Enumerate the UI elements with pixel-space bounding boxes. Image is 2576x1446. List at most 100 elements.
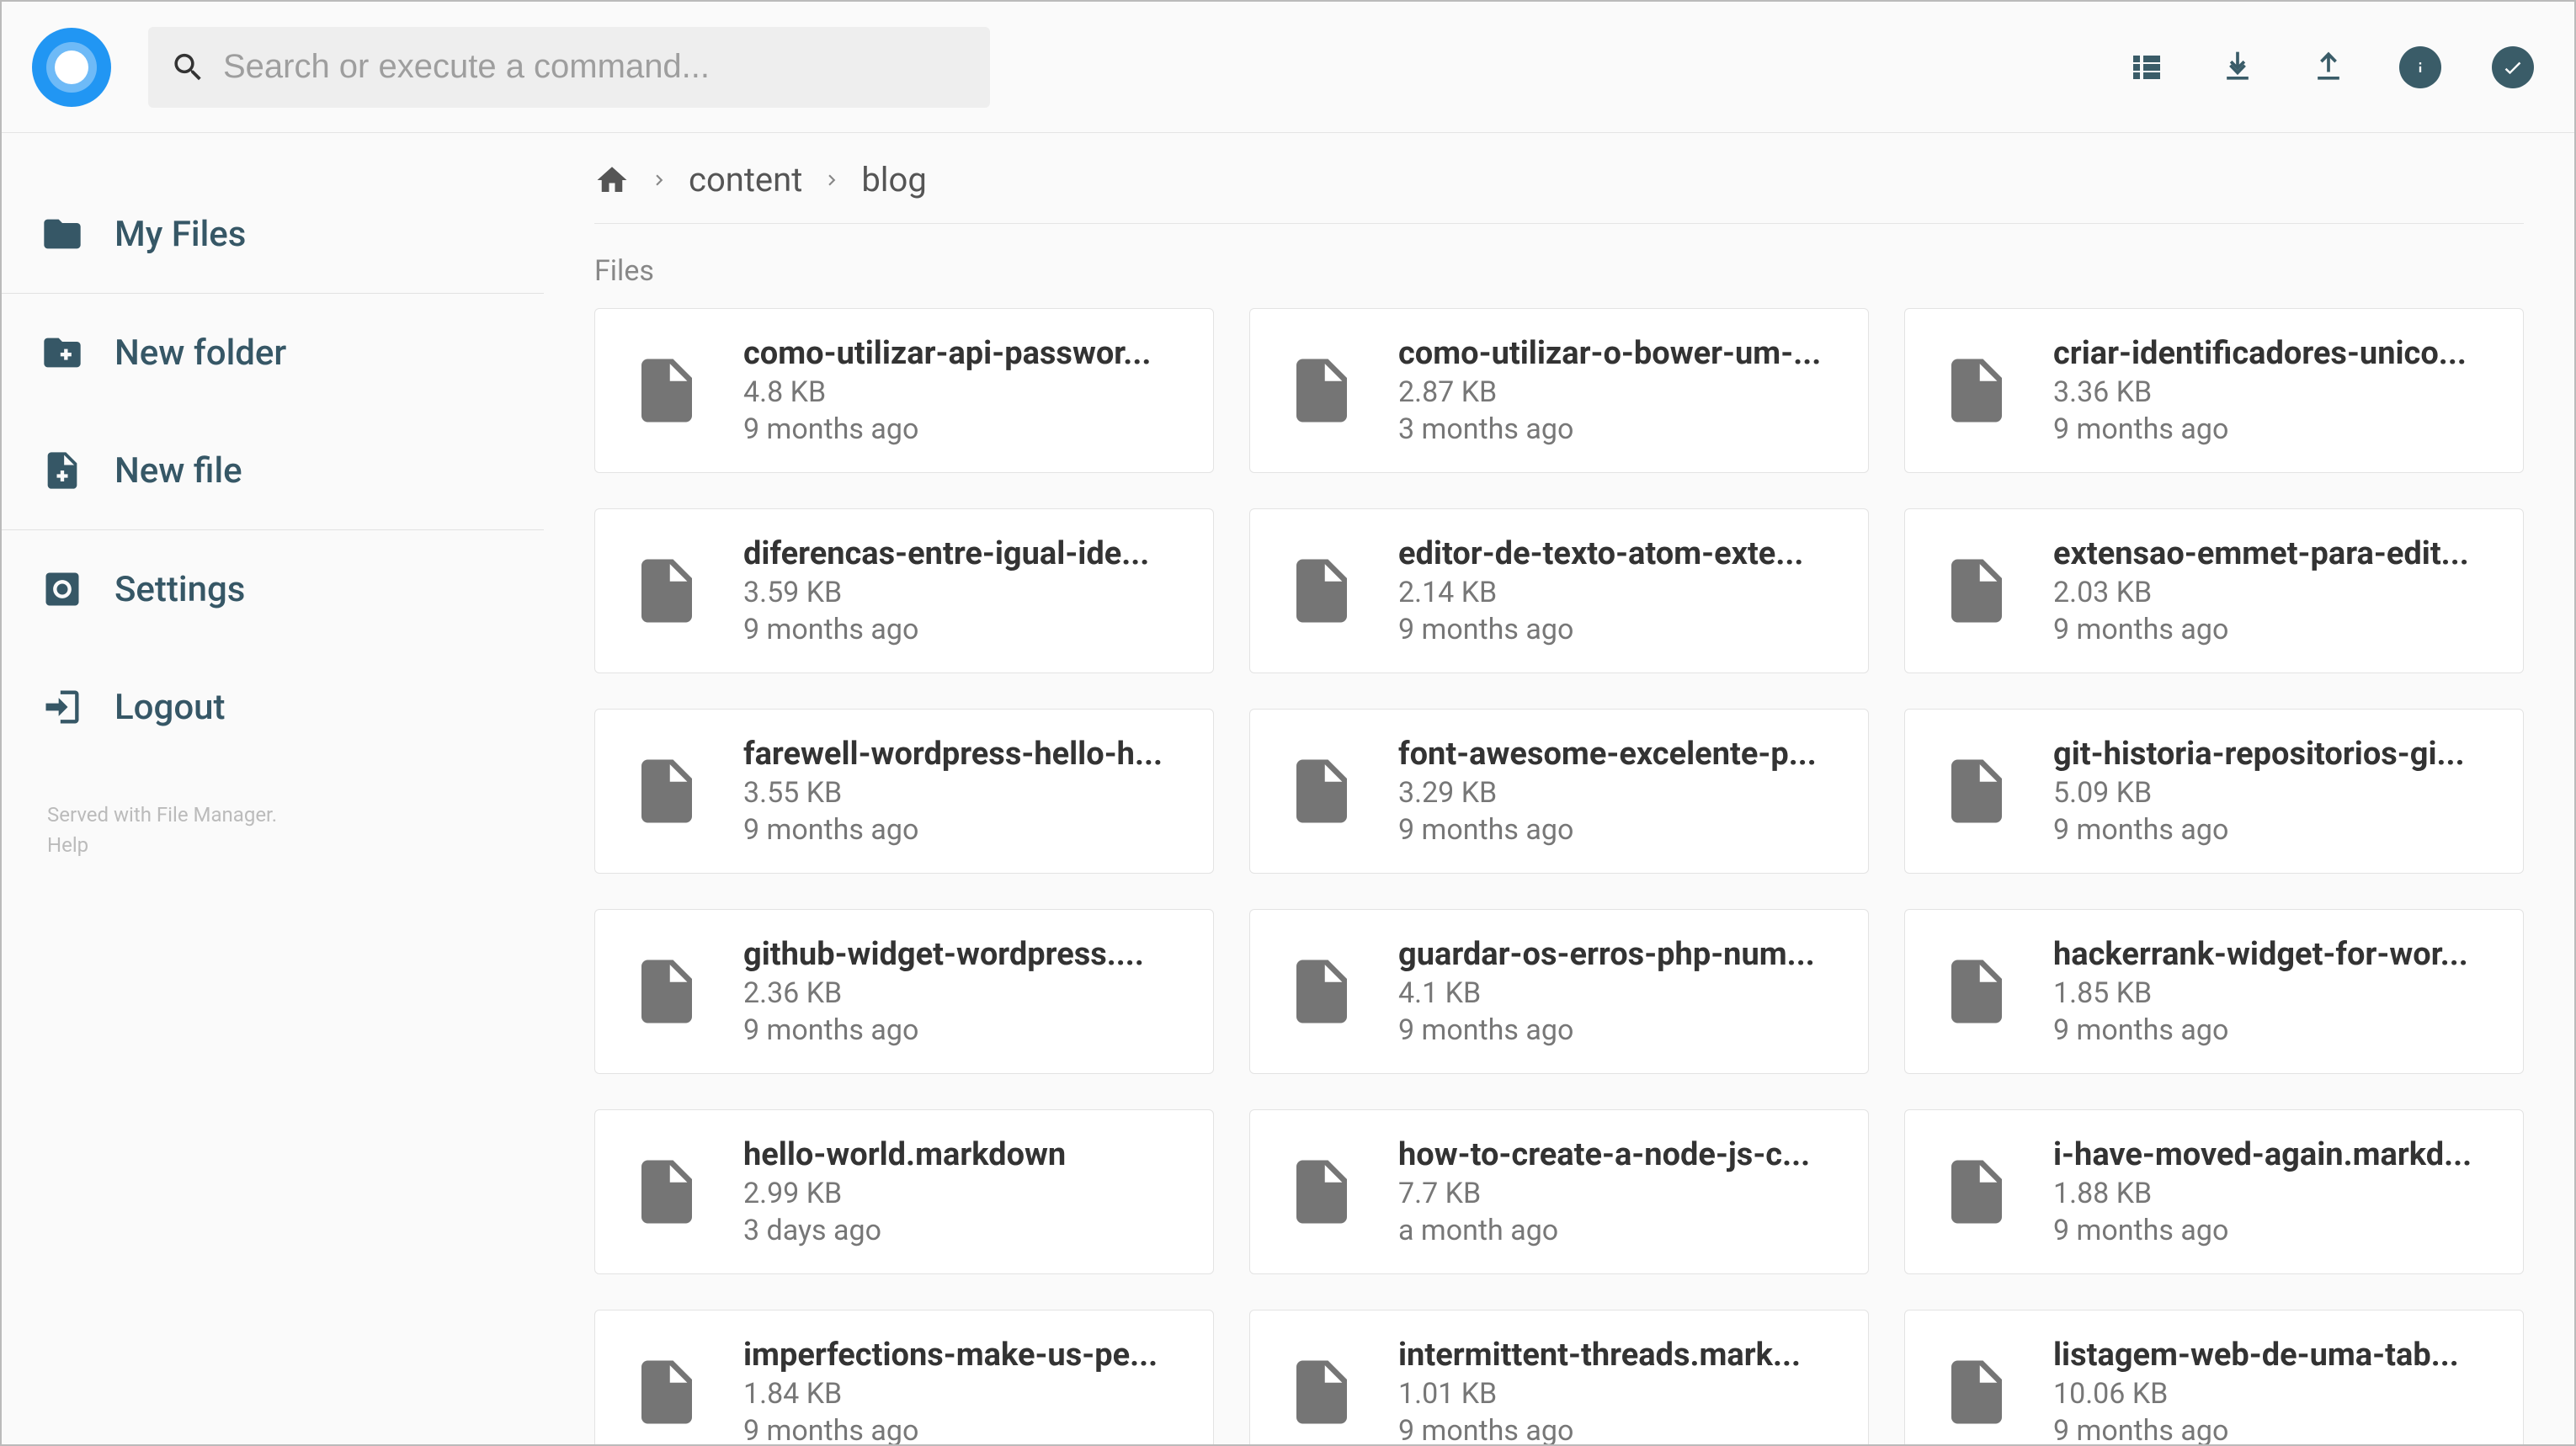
- file-info: imperfections-make-us-pe...1.84 KB9 mont…: [743, 1337, 1179, 1444]
- logo-dot-icon: [55, 51, 88, 84]
- file-modified: 9 months ago: [1398, 1013, 1834, 1047]
- search-input[interactable]: [223, 48, 968, 86]
- file-card[interactable]: como-utilizar-o-bower-um-...2.87 KB3 mon…: [1249, 308, 1869, 473]
- upload-icon: [2310, 49, 2347, 86]
- file-card[interactable]: hackerrank-widget-for-wor...1.85 KB9 mon…: [1904, 909, 2524, 1074]
- footer-help-link[interactable]: Help: [47, 833, 88, 857]
- file-card[interactable]: farewell-wordpress-hello-h...3.55 KB9 mo…: [594, 709, 1214, 874]
- sidebar-item-new-folder[interactable]: New folder: [2, 294, 544, 412]
- file-icon: [1284, 544, 1360, 638]
- file-size: 2.36 KB: [743, 976, 1179, 1010]
- select-all-button[interactable]: [2492, 46, 2534, 88]
- file-name: guardar-os-erros-php-num...: [1398, 936, 1834, 973]
- file-modified: 9 months ago: [2053, 1414, 2489, 1444]
- file-info: farewell-wordpress-hello-h...3.55 KB9 mo…: [743, 736, 1179, 847]
- sidebar-item-label: New file: [114, 450, 242, 492]
- file-info: hackerrank-widget-for-wor...1.85 KB9 mon…: [2053, 936, 2489, 1047]
- file-card[interactable]: git-historia-repositorios-gi...5.09 KB9 …: [1904, 709, 2524, 874]
- file-card[interactable]: hello-world.markdown2.99 KB3 days ago: [594, 1109, 1214, 1274]
- file-info: guardar-os-erros-php-num...4.1 KB9 month…: [1398, 936, 1834, 1047]
- home-icon[interactable]: [594, 162, 630, 198]
- view-list-button[interactable]: [2126, 47, 2167, 88]
- chevron-right-icon: [648, 169, 670, 191]
- file-icon: [629, 744, 705, 838]
- file-icon: [1284, 1145, 1360, 1239]
- file-size: 7.7 KB: [1398, 1177, 1834, 1210]
- file-info: extensao-emmet-para-edit... 2.03 KB 9 mont…: [2053, 535, 2489, 646]
- file-info: github-widget-wordpress....2.36 KB9 mont…: [743, 936, 1179, 1047]
- file-size: 2.03 KB: [2053, 576, 2489, 609]
- file-name: como-utilizar-api-passwor...: [743, 335, 1179, 372]
- download-icon: [2219, 49, 2256, 86]
- file-info: como-utilizar-o-bower-um-...2.87 KB3 mon…: [1398, 335, 1834, 446]
- file-card[interactable]: editor-de-texto-atom-exte...2.14 KB9 mon…: [1249, 508, 1869, 673]
- file-name: farewell-wordpress-hello-h...: [743, 736, 1179, 773]
- file-card[interactable]: i-have-moved-again.markd...1.88 KB9 mont…: [1904, 1109, 2524, 1274]
- file-modified: 9 months ago: [2053, 613, 2489, 646]
- file-size: 2.87 KB: [1398, 375, 1834, 409]
- breadcrumb-item[interactable]: blog: [861, 160, 926, 199]
- file-size: 1.85 KB: [2053, 976, 2489, 1010]
- file-modified: a month ago: [1398, 1214, 1834, 1247]
- file-card[interactable]: diferencas-entre-igual-ide...3.59 KB9 mo…: [594, 508, 1214, 673]
- file-modified: 9 months ago: [743, 813, 1179, 847]
- app-logo[interactable]: [32, 28, 111, 107]
- main-content: content blog Files como-utilizar-api-pas…: [544, 133, 2574, 1444]
- file-card[interactable]: imperfections-make-us-pe...1.84 KB9 mont…: [594, 1310, 1214, 1444]
- sidebar-footer: Served with File Manager. Help: [2, 766, 544, 894]
- file-card[interactable]: listagem-web-de-uma-tab...10.06 KB9 mont…: [1904, 1310, 2524, 1444]
- file-info: diferencas-entre-igual-ide...3.59 KB9 mo…: [743, 535, 1179, 646]
- file-card[interactable]: extensao-emmet-para-edit... 2.03 KB 9 mont…: [1904, 508, 2524, 673]
- sidebar-item-new-file[interactable]: New file: [2, 412, 544, 529]
- sidebar-item-label: My Files: [114, 214, 246, 255]
- file-icon: [1939, 944, 2014, 1039]
- section-label: Files: [594, 254, 2524, 288]
- upload-button[interactable]: [2308, 47, 2349, 88]
- download-button[interactable]: [2217, 47, 2258, 88]
- file-name: listagem-web-de-uma-tab...: [2053, 1337, 2489, 1374]
- file-name: git-historia-repositorios-gi...: [2053, 736, 2489, 773]
- settings-icon: [40, 567, 84, 611]
- file-name: font-awesome-excelente-p...: [1398, 736, 1834, 773]
- file-modified: 9 months ago: [743, 412, 1179, 446]
- file-modified: 9 months ago: [743, 613, 1179, 646]
- sidebar-item-logout[interactable]: Logout: [2, 648, 544, 766]
- file-info: como-utilizar-api-passwor...4.8 KB9 mont…: [743, 335, 1179, 446]
- file-icon: [629, 1145, 705, 1239]
- file-size: 3.29 KB: [1398, 776, 1834, 810]
- file-size: 1.84 KB: [743, 1377, 1179, 1411]
- file-grid: como-utilizar-api-passwor...4.8 KB9 mont…: [594, 308, 2524, 1444]
- new-file-icon: [40, 449, 84, 492]
- file-card[interactable]: github-widget-wordpress....2.36 KB9 mont…: [594, 909, 1214, 1074]
- sidebar-item-settings[interactable]: Settings: [2, 530, 544, 648]
- file-size: 3.36 KB: [2053, 375, 2489, 409]
- file-card[interactable]: font-awesome-excelente-p...3.29 KB9 mont…: [1249, 709, 1869, 874]
- file-card[interactable]: como-utilizar-api-passwor...4.8 KB9 mont…: [594, 308, 1214, 473]
- footer-text: Served with File Manager.: [47, 800, 498, 830]
- sidebar-item-label: Settings: [114, 569, 245, 610]
- file-icon: [1284, 944, 1360, 1039]
- breadcrumb-item[interactable]: content: [689, 160, 802, 199]
- file-icon: [1284, 744, 1360, 838]
- file-info: listagem-web-de-uma-tab...10.06 KB9 mont…: [2053, 1337, 2489, 1444]
- file-card[interactable]: criar-identificadores-unico...3.36 KB9 m…: [1904, 308, 2524, 473]
- logout-icon: [40, 685, 84, 729]
- sidebar-item-my-files[interactable]: My Files: [2, 175, 544, 293]
- file-card[interactable]: how-to-create-a-node-js-c...7.7 KBa mont…: [1249, 1109, 1869, 1274]
- file-name: extensao-emmet-para-edit...: [2053, 535, 2489, 572]
- file-size: 1.88 KB: [2053, 1177, 2489, 1210]
- file-size: 4.1 KB: [1398, 976, 1834, 1010]
- file-name: github-widget-wordpress....: [743, 936, 1179, 973]
- folder-icon: [40, 212, 84, 256]
- file-name: editor-de-texto-atom-exte...: [1398, 535, 1834, 572]
- header-actions: [2126, 46, 2544, 88]
- file-card[interactable]: guardar-os-erros-php-num...4.1 KB9 month…: [1249, 909, 1869, 1074]
- file-modified: 9 months ago: [743, 1013, 1179, 1047]
- file-card[interactable]: intermittent-threads.mark...1.01 KB9 mon…: [1249, 1310, 1869, 1444]
- header: [2, 2, 2574, 133]
- view-list-icon: [2126, 47, 2167, 88]
- search-box[interactable]: [148, 27, 990, 108]
- breadcrumbs: content blog: [594, 160, 2524, 224]
- info-button[interactable]: [2399, 46, 2441, 88]
- file-name: como-utilizar-o-bower-um-...: [1398, 335, 1834, 372]
